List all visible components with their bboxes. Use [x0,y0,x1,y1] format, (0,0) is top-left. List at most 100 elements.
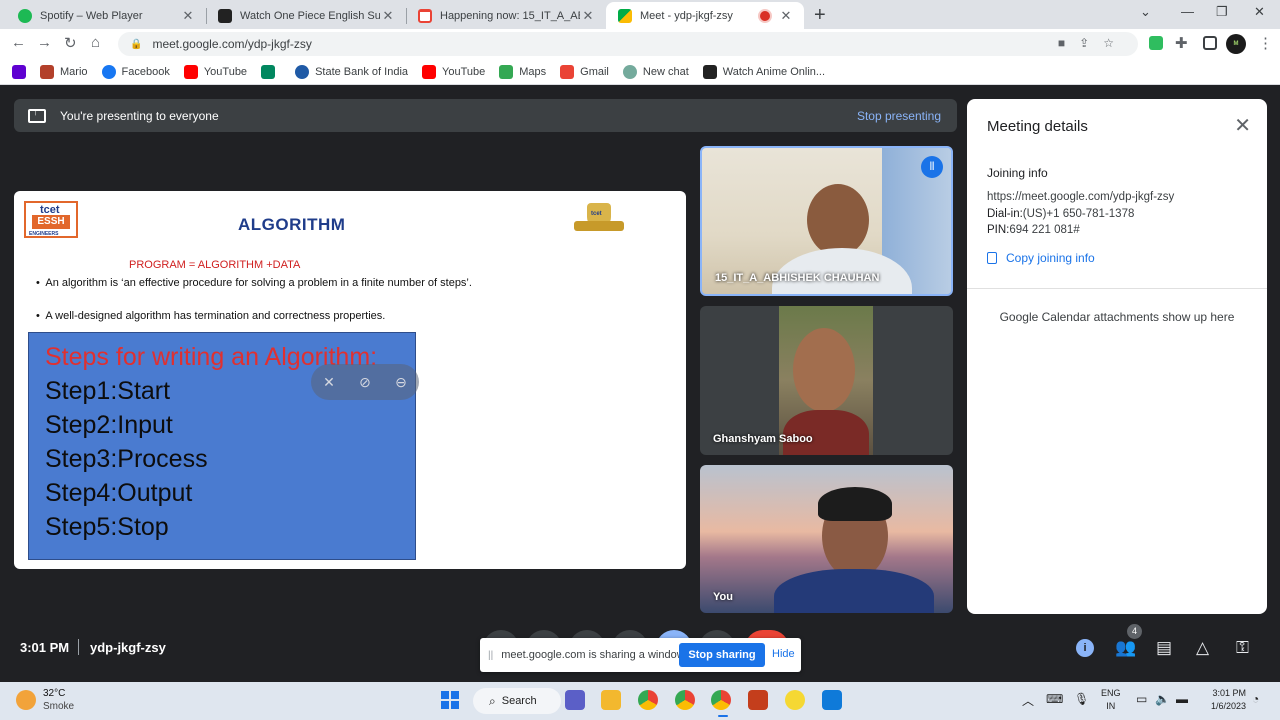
chevron-down-icon[interactable]: ⌄ [1140,4,1151,20]
participant-tile[interactable]: ⦀ 15_IT_A_ABHISHEK CHAUHAN [700,146,953,296]
kebab-menu-icon[interactable]: ⋮ [1258,34,1273,52]
gmail-icon [560,64,575,79]
meeting-link: https://meet.google.com/ydp-jkgf-zsy [987,191,1175,203]
close-icon[interactable]: ✕ [180,8,196,24]
battery-icon[interactable]: ▬ [1176,692,1188,706]
tile-hover-controls: ✕ ⊘ ⊖ [311,364,419,400]
tab-gmail[interactable]: Happening now: 15_IT_A_ABHISH ✕ [406,2,606,29]
microphone-icon[interactable]: 🎙 [1074,692,1089,706]
powerpoint-icon[interactable] [748,690,768,710]
tab-spotify[interactable]: Spotify – Web Player ✕ [6,2,206,29]
address-bar[interactable]: 🔒 meet.google.com/ydp-jkgf-zsy ■⇪☆ [118,32,1138,56]
speaking-indicator-icon: ⦀ [921,156,943,178]
bookmark-youtube-2[interactable]: YouTube [422,64,485,79]
chrome-icon[interactable] [638,690,658,710]
activities-icon[interactable]: △ [1196,638,1209,658]
browser-tab-strip: Spotify – Web Player ✕ Watch One Piece E… [0,0,1280,29]
tab-one-piece[interactable]: Watch One Piece English Sub/Du ✕ [206,2,406,29]
share-icon[interactable]: ⇪ [1079,36,1103,50]
notification-icon[interactable]: ◔ [1252,692,1259,706]
participant-tile[interactable]: You [700,465,953,613]
remove-icon[interactable]: ⊖ [395,374,407,391]
mic-off-icon[interactable]: ⊘ [359,374,371,391]
present-screen-icon [28,107,46,123]
extension-icon[interactable] [1149,36,1163,50]
close-icon[interactable]: ✕ [580,8,596,24]
people-icon[interactable]: 👥 [1115,638,1136,658]
chatgpt-icon [622,64,637,79]
teams-chat-icon[interactable] [565,690,585,710]
system-clock[interactable]: 3:01 PM 1/6/2023 [1198,687,1246,713]
omnibox-actions: ■⇪☆ [1058,36,1128,50]
maximize-button[interactable]: ❐ [1216,4,1228,20]
tab-meet[interactable]: Meet - ydp-jkgf-zsy ✕ [606,2,804,29]
participant-face [807,184,869,256]
bookmark-mario[interactable]: Mario [40,64,88,79]
joining-info-heading: Joining info [987,166,1048,180]
display-icon[interactable]: ▭ [1136,692,1147,706]
minimize-button[interactable]: — [1181,4,1194,19]
reload-icon[interactable]: ↻ [64,34,77,52]
clock-date: 1/6/2023 [1210,701,1246,711]
chat-icon[interactable]: ▤ [1156,638,1172,658]
start-button[interactable] [441,691,459,709]
bookmark-star-icon[interactable]: ☆ [1103,36,1128,50]
bookmark-sbi[interactable]: State Bank of India [295,64,408,79]
bookmark-watch-anime[interactable]: Watch Anime Onlin... [702,64,825,79]
keyboard-icon[interactable]: ⌨ [1046,692,1063,706]
sbi-icon [295,64,310,79]
forward-arrow-icon[interactable]: → [37,34,52,51]
drag-handle-icon[interactable]: || [488,650,493,661]
bookmark-gmail[interactable]: Gmail [560,64,609,79]
chevron-up-icon[interactable]: ︿ [1022,692,1034,709]
tab-title: Watch One Piece English Sub/Du [240,9,380,22]
copy-joining-info-button[interactable]: Copy joining info [987,251,1095,265]
bookmark-play-store[interactable] [261,64,281,79]
volume-icon[interactable]: 🔈 [1155,692,1170,706]
bookmark-label: Mario [60,65,88,78]
bullet-text: A well-designed algorithm has terminatio… [45,310,386,322]
taskbar-search[interactable]: ⌕ Search [473,688,561,714]
bookmark-facebook[interactable]: Facebook [101,64,170,79]
camera-icon[interactable]: ■ [1058,36,1079,50]
bookmark-new-chat[interactable]: New chat [622,64,689,79]
snapchat-icon[interactable] [785,690,805,710]
meeting-details-icon[interactable]: i [1076,639,1094,657]
slide-bullet: • A well-designed algorithm has terminat… [36,310,386,322]
avatar[interactable]: M [1226,34,1246,54]
back-arrow-icon[interactable]: ← [11,34,26,51]
bookmark-youtube[interactable]: YouTube [183,64,247,79]
home-icon[interactable]: ⌂ [91,34,100,51]
new-tab-button[interactable]: + [814,4,826,27]
window-close-button[interactable]: ✕ [1254,4,1265,20]
dial-in-value: (US)+1 650-781-1378 [1022,208,1135,220]
photos-icon[interactable] [822,690,842,710]
stop-sharing-button[interactable]: Stop sharing [679,643,765,667]
participant-name: Ghanshyam Saboo [713,433,813,445]
step-item: Step2:Input [45,411,173,439]
chrome-profile-icon[interactable] [675,690,695,710]
lock-icon[interactable]: 🔒 [130,39,142,50]
weather-temperature: 32°C [43,688,66,699]
tcet-crest-logo: tcet [574,203,624,237]
bookmark-label: Facebook [121,65,170,78]
chrome-active-icon[interactable] [711,690,731,710]
participant-tile[interactable]: Ghanshyam Saboo [700,306,953,455]
host-controls-icon[interactable]: ⚿ [1236,638,1249,658]
pin-label: PIN: [987,224,1010,236]
language-indicator[interactable]: ENG IN [1101,687,1121,713]
file-explorer-icon[interactable] [601,690,621,710]
close-icon[interactable]: ✕ [380,8,396,24]
weather-icon[interactable] [16,690,36,710]
close-icon[interactable]: ✕ [778,8,794,24]
hide-button[interactable]: Hide [772,648,795,660]
close-icon[interactable]: ✕ [1234,113,1251,138]
bookmark-yahoo[interactable] [12,64,26,79]
bookmark-maps[interactable]: Maps [499,64,546,79]
mario-icon [40,64,54,79]
stop-presenting-button[interactable]: Stop presenting [857,109,941,123]
puzzle-extensions-icon[interactable]: ✚ [1175,34,1188,52]
side-panel-icon[interactable] [1203,36,1217,50]
pin-off-icon[interactable]: ✕ [323,374,335,391]
bullet-text: An algorithm is ‘an effective procedure … [45,277,472,289]
